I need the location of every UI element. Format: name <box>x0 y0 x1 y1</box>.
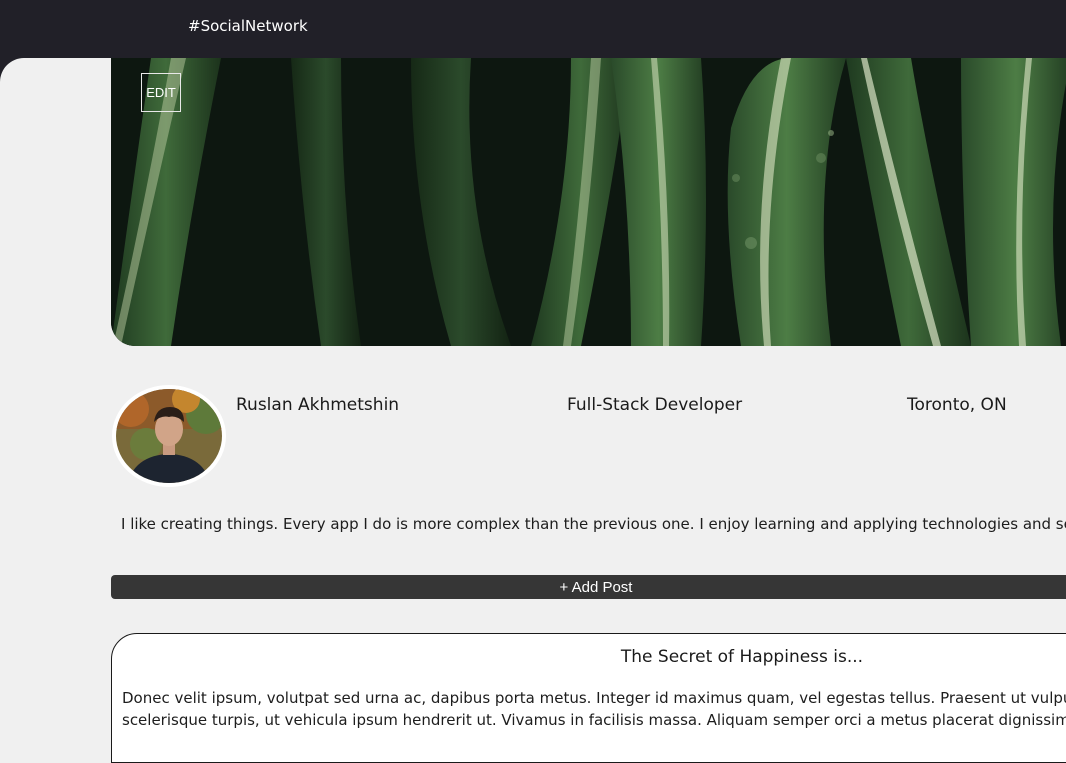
post-card: The Secret of Happiness is... Donec veli… <box>111 633 1066 763</box>
profile-bio: I like creating things. Every app I do i… <box>121 515 1066 533</box>
cover-image <box>111 58 1066 346</box>
avatar-photo <box>116 389 222 483</box>
post-body-line: Donec velit ipsum, volutpat sed urna ac,… <box>122 689 1066 707</box>
add-post-button[interactable]: + Add Post <box>111 575 1066 599</box>
post-title: The Secret of Happiness is... <box>620 647 864 667</box>
avatar[interactable] <box>112 385 226 487</box>
page-corner <box>0 58 30 88</box>
profile-location: Toronto, ON <box>907 395 1007 415</box>
edit-cover-button[interactable]: EDIT <box>141 73 181 112</box>
profile-name: Ruslan Akhmetshin <box>236 395 400 415</box>
brand-link[interactable]: #SocialNetwork <box>188 17 308 35</box>
cover-photo: EDIT <box>111 58 1066 346</box>
post-body: Donec velit ipsum, volutpat sed urna ac,… <box>122 687 1066 731</box>
top-navbar: #SocialNetwork <box>0 0 1066 58</box>
post-body-line: scelerisque turpis, ut vehicula ipsum he… <box>122 711 1066 729</box>
profile-title: Full-Stack Developer <box>567 395 743 415</box>
add-post-label: + Add Post <box>559 578 633 596</box>
